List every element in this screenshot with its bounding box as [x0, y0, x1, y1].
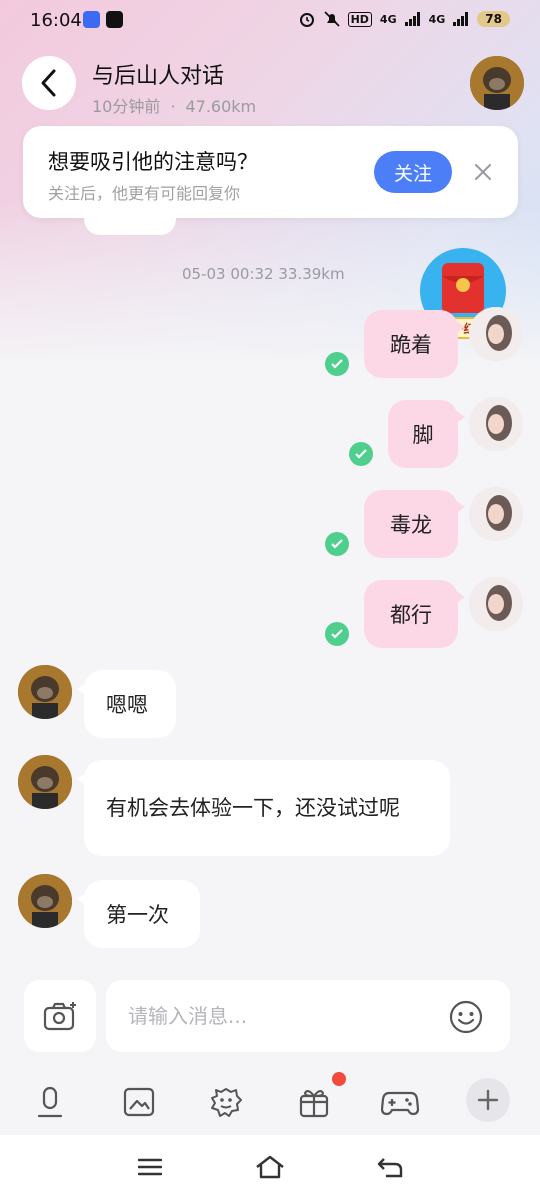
mic-icon — [37, 1086, 63, 1118]
network-4g-1: 4G — [379, 12, 397, 26]
self-avatar[interactable] — [469, 577, 523, 631]
message-timestamp: 05-03 00:32 33.39km — [182, 265, 345, 283]
back-button[interactable] — [22, 56, 76, 110]
received-message-bubble[interactable]: 嗯嗯 — [77, 670, 176, 738]
monkey-avatar-image — [18, 874, 72, 928]
gamepad-icon — [381, 1091, 419, 1116]
received-message-bubble[interactable]: 有机会去体验一下，还没试过呢 — [77, 760, 450, 856]
read-check-icon — [325, 622, 349, 646]
received-message-text: 嗯嗯 — [106, 693, 148, 717]
gift-button[interactable] — [292, 1080, 336, 1124]
hd-badge: HD — [347, 11, 372, 27]
camera-button[interactable] — [24, 980, 96, 1052]
conversation-title: 与后山人对话 — [92, 64, 225, 89]
battery-indicator: 78 — [477, 11, 510, 27]
menu-icon — [138, 1158, 162, 1176]
read-check-icon — [349, 442, 373, 466]
sent-message-text: 都行 — [390, 603, 432, 627]
back-arrow-icon — [377, 1158, 403, 1178]
self-avatar-image — [469, 487, 523, 541]
sticker-icon — [211, 1088, 242, 1117]
message-composer — [0, 975, 540, 1065]
close-icon[interactable] — [473, 162, 493, 182]
received-message-text: 有机会去体验一下，还没试过呢 — [106, 795, 400, 820]
peer-avatar[interactable] — [18, 874, 72, 928]
read-check-icon — [325, 352, 349, 376]
monkey-avatar-image — [18, 755, 72, 809]
sent-message-bubble[interactable]: 脚 — [388, 400, 465, 468]
self-avatar-image — [469, 577, 523, 631]
previous-message-bubble-stub — [84, 205, 176, 235]
home-button[interactable] — [250, 1149, 290, 1185]
sent-message-text: 跪着 — [390, 333, 432, 357]
sent-message-bubble[interactable]: 毒龙 — [364, 490, 465, 558]
game-button[interactable] — [378, 1080, 422, 1124]
peer-avatar[interactable] — [18, 755, 72, 809]
self-avatar[interactable] — [469, 487, 523, 541]
signal-icon-1 — [404, 12, 420, 26]
monkey-avatar-image — [18, 665, 72, 719]
more-button[interactable] — [466, 1078, 510, 1122]
received-message-bubble[interactable]: 第一次 — [77, 880, 200, 948]
image-button[interactable] — [117, 1080, 161, 1124]
follow-prompt-subtitle: 关注后，他更有可能回复你 — [48, 184, 241, 203]
alarm-icon — [299, 13, 314, 27]
self-avatar[interactable] — [469, 397, 523, 451]
self-avatar[interactable] — [469, 307, 523, 361]
camera-icon — [43, 1002, 76, 1031]
self-avatar-image — [469, 397, 523, 451]
gift-icon — [299, 1090, 329, 1118]
chevron-left-icon — [41, 69, 56, 97]
status-indicators: HD 4G 4G 78 — [298, 10, 510, 28]
mute-bell-icon — [323, 11, 340, 27]
home-icon — [256, 1155, 284, 1179]
image-icon — [123, 1087, 155, 1117]
conversation-meta: 10分钟前 · 47.60km — [92, 93, 256, 117]
status-bar: 16:04 HD 4G 4G 78 — [0, 0, 540, 40]
monkey-avatar-image — [470, 56, 524, 110]
sent-message-bubble[interactable]: 跪着 — [364, 310, 465, 378]
network-4g-2: 4G — [428, 12, 446, 26]
system-navigation-bar — [0, 1135, 540, 1199]
sent-message-text: 毒龙 — [390, 513, 432, 537]
tiktok-notification-icon — [106, 11, 123, 28]
chat-toolbar — [0, 1072, 540, 1132]
sent-message-bubble[interactable]: 都行 — [364, 580, 465, 648]
plus-icon — [477, 1089, 499, 1111]
follow-button[interactable]: 关注 — [374, 151, 452, 193]
sent-message-text: 脚 — [412, 423, 434, 447]
follow-prompt-title: 想要吸引他的注意吗？ — [48, 150, 258, 174]
recent-apps-button[interactable] — [130, 1149, 170, 1185]
meta-separator: · — [170, 97, 176, 116]
notification-dot — [332, 1072, 346, 1086]
voice-button[interactable] — [28, 1080, 72, 1124]
received-message-text: 第一次 — [106, 903, 169, 927]
peer-profile-avatar[interactable] — [470, 56, 524, 110]
last-active-time: 10分钟前 — [92, 97, 161, 116]
peer-distance: 47.60km — [185, 97, 257, 116]
peer-avatar[interactable] — [18, 665, 72, 719]
read-check-icon — [325, 532, 349, 556]
back-nav-button[interactable] — [370, 1149, 410, 1185]
status-time: 16:04 — [30, 10, 82, 31]
sticker-button[interactable] — [204, 1080, 248, 1124]
smiley-icon[interactable] — [448, 999, 484, 1035]
qq-notification-icon — [83, 11, 100, 28]
signal-icon-2 — [453, 12, 469, 26]
self-avatar-image — [469, 307, 523, 361]
